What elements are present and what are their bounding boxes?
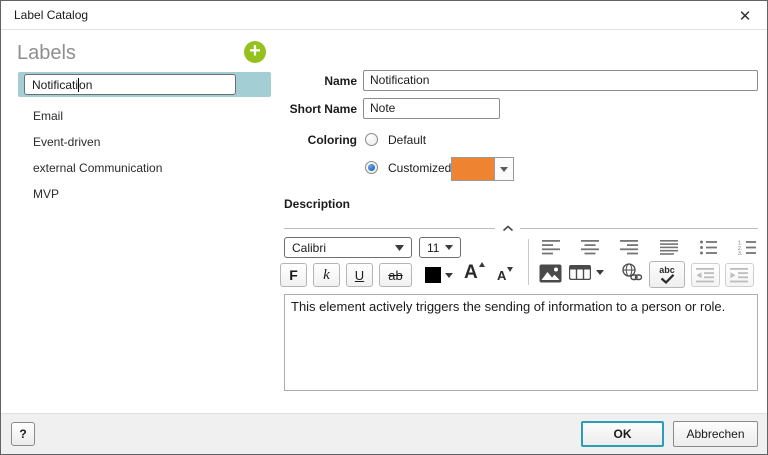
- insert-table-dropdown[interactable]: [569, 265, 604, 280]
- chevron-down-icon: [495, 158, 513, 180]
- divider-right: [520, 228, 758, 229]
- table-icon: [569, 265, 591, 280]
- font-size-value: 11: [427, 240, 440, 255]
- help-button[interactable]: ?: [11, 422, 35, 446]
- label-list: Notificati on Email Event-driven external…: [1, 72, 277, 207]
- description-label: Description: [284, 197, 351, 211]
- chevron-down-icon: [445, 272, 453, 278]
- increase-font-size-button[interactable]: A: [464, 262, 485, 284]
- chevron-down-icon: [445, 245, 453, 250]
- chevron-down-icon: [596, 270, 604, 275]
- description-textarea[interactable]: This element actively triggers the sendi…: [284, 294, 758, 391]
- coloring-customized-radio[interactable]: [365, 161, 378, 174]
- bullet-list-icon[interactable]: [699, 240, 719, 255]
- label-rename-text-before: Notificati: [32, 77, 79, 92]
- outdent-button[interactable]: [691, 263, 720, 287]
- add-label-button[interactable]: +: [244, 41, 266, 63]
- custom-color-swatch: [452, 158, 495, 180]
- divider-left: [284, 228, 495, 229]
- check-icon: [660, 273, 674, 284]
- labels-panel: Labels + Notificati on Email Event-driven…: [1, 30, 277, 413]
- align-justify-icon[interactable]: [659, 240, 680, 255]
- svg-text:3.: 3.: [738, 251, 742, 255]
- list-item-notification-selected[interactable]: Notificati on: [18, 72, 271, 97]
- align-center-icon[interactable]: [581, 240, 601, 255]
- insert-hyperlink-icon[interactable]: [621, 263, 643, 281]
- close-icon[interactable]: ✕: [729, 1, 761, 30]
- name-label: Name: [324, 74, 357, 88]
- list-item-mvp[interactable]: MVP: [1, 181, 277, 207]
- coloring-default-radio[interactable]: [365, 133, 378, 146]
- coloring-label: Coloring: [307, 133, 357, 147]
- decrease-font-size-button[interactable]: A: [497, 267, 514, 285]
- collapse-toolbar-icon[interactable]: [499, 223, 517, 233]
- label-catalog-dialog: Label Catalog ✕ Labels + Notificati on Em…: [0, 0, 768, 455]
- insert-image-icon[interactable]: [539, 264, 562, 283]
- titlebar: Label Catalog ✕: [1, 1, 767, 30]
- label-rename-input[interactable]: Notificati on: [24, 74, 236, 95]
- list-item-event-driven[interactable]: Event-driven: [1, 129, 277, 155]
- list-item-external-communication[interactable]: external Communication: [1, 155, 277, 181]
- spellcheck-label: abc: [659, 264, 675, 275]
- cancel-button[interactable]: Abbrechen: [673, 421, 758, 447]
- arrow-up-icon: [478, 262, 485, 267]
- arrow-down-icon: [507, 267, 514, 272]
- font-family-value: Calibri: [292, 240, 327, 255]
- label-rename-text-after: on: [79, 77, 93, 92]
- footer-bar: ? OK Abbrechen: [1, 413, 767, 454]
- chevron-down-icon: [395, 244, 404, 251]
- name-field[interactable]: Notification: [363, 70, 758, 91]
- toolbar-separator: [528, 239, 529, 285]
- coloring-default-label: Default: [388, 133, 427, 147]
- dialog-title: Label Catalog: [14, 8, 89, 22]
- plus-icon: +: [249, 40, 261, 62]
- font-size-dropdown[interactable]: 11: [419, 237, 461, 258]
- strikethrough-button[interactable]: ab: [379, 263, 412, 287]
- list-item-email[interactable]: Email: [1, 103, 277, 129]
- font-color-dropdown[interactable]: [425, 266, 457, 284]
- font-family-dropdown[interactable]: Calibri: [284, 237, 412, 258]
- short-name-field[interactable]: Note: [363, 98, 500, 119]
- ok-button[interactable]: OK: [581, 421, 664, 447]
- align-right-icon[interactable]: [620, 240, 640, 255]
- custom-color-dropdown[interactable]: [451, 157, 514, 181]
- alignment-group: 1. 2. 3.: [542, 240, 758, 255]
- italic-button[interactable]: k: [313, 263, 340, 287]
- align-left-icon[interactable]: [542, 240, 562, 255]
- spellcheck-button[interactable]: abc: [649, 261, 685, 288]
- font-grow-letter: A: [464, 262, 478, 283]
- numbered-list-icon[interactable]: 1. 2. 3.: [738, 240, 758, 255]
- font-color-swatch: [425, 267, 441, 283]
- bold-button[interactable]: F: [280, 263, 307, 287]
- underline-button[interactable]: U: [346, 263, 373, 287]
- font-shrink-letter: A: [497, 268, 507, 283]
- short-name-label: Short Name: [289, 102, 357, 116]
- indent-button[interactable]: [725, 263, 754, 287]
- labels-heading: Labels: [17, 42, 76, 64]
- coloring-customized-label: Customized: [388, 161, 452, 175]
